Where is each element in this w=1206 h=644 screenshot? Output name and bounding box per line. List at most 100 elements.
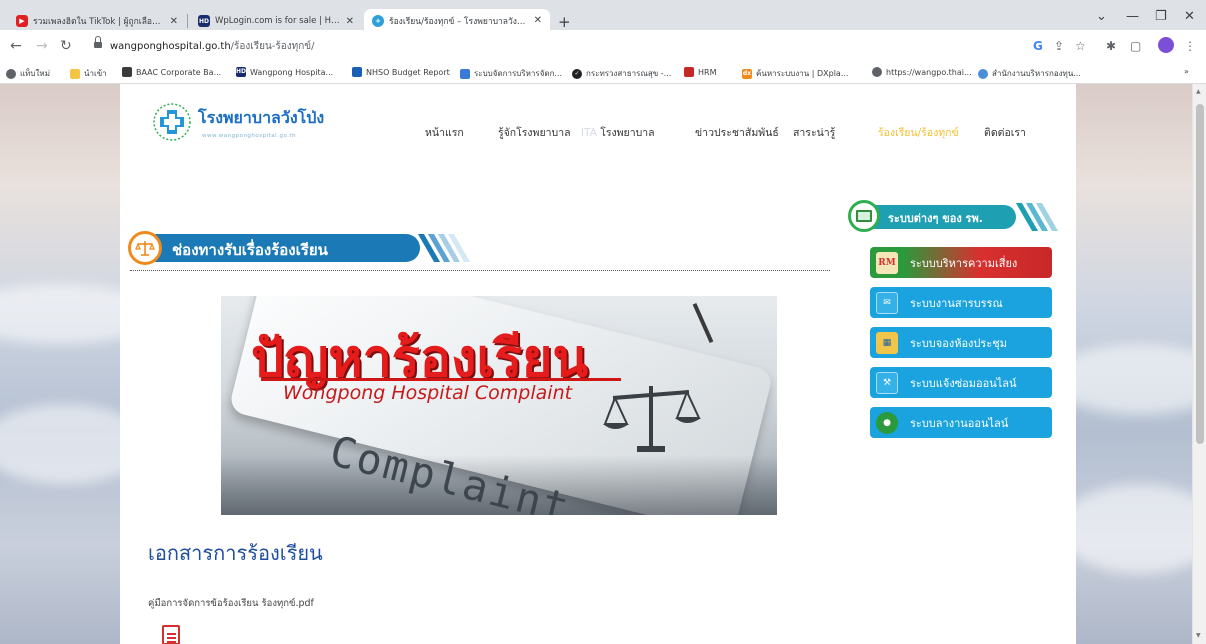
tab-wplogin[interactable]: HD WpLogin.com is for sale | HugeD... ✕ — [190, 10, 362, 32]
bookmarks-bar: แท็บใหม่ นำเข้า BAAC Corporate Ba... HD W… — [0, 62, 1206, 84]
url-text[interactable]: wangponghospital.go.th/ร้องเรียน-ร้องทุก… — [110, 39, 315, 54]
nhso-icon — [352, 67, 362, 77]
scroll-down-arrow-icon[interactable]: ▼ — [1196, 632, 1201, 639]
tab-label: ร้องเรียน/ร้องทุกข์ – โรงพยาบาลวังโป่ง — [389, 16, 529, 27]
banner-underline — [261, 378, 621, 381]
bookmark-new-tab[interactable]: แท็บใหม่ — [6, 67, 50, 80]
nav-ita-prefix: ITA — [581, 127, 597, 139]
lock-icon — [94, 36, 102, 48]
bookmark-hrm[interactable]: HRM — [684, 67, 716, 77]
bookmark-moph[interactable]: ✓ กระทรวงสาธารณสุข -... — [572, 67, 671, 80]
scroll-up-arrow-icon[interactable]: ▲ — [1196, 88, 1201, 95]
bookmark-star-icon[interactable]: ☆ — [1075, 39, 1086, 53]
bookmark-wangpo-thai[interactable]: https://wangpo.thai... — [872, 67, 972, 77]
close-tab-icon[interactable]: ✕ — [170, 16, 178, 27]
page-viewport: โรงพยาบาลวังโป่ง www.wangponghospital.go… — [0, 84, 1192, 644]
leave-request-button[interactable]: ● ระบบลางานออนไลน์ — [870, 407, 1052, 438]
complaint-channel-title: ช่องทางรับเรื่องร้องเรียน — [172, 241, 328, 259]
nav-complaints[interactable]: ร้องเรียน/ร้องทุกข์ — [878, 124, 959, 141]
hospital-icon: + — [372, 14, 384, 27]
minimize-icon[interactable]: — — [1126, 9, 1139, 24]
dx-icon: dx — [742, 68, 752, 79]
rm-badge-icon: RM — [876, 251, 898, 274]
tab-bar: ▶ รวมเพลงฮิตใน TikTok | ผู้ถูกเลือกให้ผิ… — [0, 0, 1206, 32]
tab-tiktok-playlist[interactable]: ▶ รวมเพลงฮิตใน TikTok | ผู้ถูกเลือกให้ผิ… — [8, 10, 186, 32]
bookmarks-overflow[interactable]: » — [1184, 67, 1189, 76]
close-tab-icon[interactable]: ✕ — [346, 16, 354, 27]
complaint-channel-heading: ช่องทางรับเรื่องร้องเรียน — [128, 228, 478, 266]
new-tab-button[interactable]: + — [558, 13, 571, 31]
nav-home[interactable]: หน้าแรก — [425, 124, 464, 141]
hrm-icon — [684, 67, 694, 77]
tab-search-icon[interactable]: ⌄ — [1096, 9, 1107, 24]
nav-ita-hospital[interactable]: ITA โรงพยาบาล — [581, 124, 655, 141]
restore-icon[interactable]: ❐ — [1155, 9, 1167, 24]
bookmark-fund-office[interactable]: สำนักงานบริหารกองทุน... — [978, 67, 1081, 80]
dotted-divider — [130, 270, 830, 271]
document-system-button[interactable]: ✉ ระบบงานสารบรรณ — [870, 287, 1052, 318]
decorative-stripes — [1015, 203, 1059, 231]
nav-ita-label: โรงพยาบาล — [600, 127, 655, 139]
documents-title: เอกสารการร้องเรียน — [148, 541, 323, 565]
hospital-logo — [153, 103, 191, 141]
close-tab-icon[interactable]: ✕ — [534, 15, 542, 26]
back-icon[interactable]: ← — [10, 38, 22, 54]
nav-knowledge[interactable]: สาระน่ารู้ — [793, 124, 835, 141]
profile-avatar[interactable] — [1158, 37, 1174, 53]
bookmark-wangpong[interactable]: HD Wangpong Hospita... — [236, 67, 333, 77]
document-file-link[interactable]: คู่มือการจัดการข้อร้องเรียน ร้องทุกข์.pd… — [148, 596, 314, 611]
tab-label: WpLogin.com is for sale | HugeD... — [215, 16, 341, 26]
nav-about-hospital[interactable]: รู้จักโรงพยาบาล — [498, 124, 571, 141]
menu-icon[interactable]: ⋮ — [1184, 39, 1196, 53]
nav-news[interactable]: ข่าวประชาสัมพันธ์ — [695, 124, 779, 141]
meeting-room-button[interactable]: ▦ ระบบจองห้องประชุม — [870, 327, 1052, 358]
nav-contact[interactable]: ติดต่อเรา — [984, 124, 1026, 141]
complaint-banner-image: Complaint ปัญหาร้องเรียน Wongpong Hospit… — [221, 296, 777, 515]
scales-icon — [128, 231, 162, 265]
bookmark-nhso[interactable]: NHSO Budget Report — [352, 67, 450, 77]
fund-icon — [978, 68, 988, 79]
monitor-icon — [848, 200, 880, 232]
google-icon[interactable]: G — [1033, 39, 1043, 53]
bookmark-baac[interactable]: BAAC Corporate Ba... — [122, 67, 221, 77]
globe-icon — [872, 67, 882, 77]
leave-icon: ● — [876, 411, 898, 434]
extensions-icon[interactable]: ✱ — [1106, 39, 1116, 53]
systems-heading: ระบบต่างๆ ของ รพ. — [848, 200, 1078, 236]
hd-icon: HD — [236, 67, 247, 77]
reload-icon[interactable]: ↻ — [60, 38, 72, 54]
document-icon: ✉ — [876, 291, 898, 314]
side-panel-icon[interactable]: ▢ — [1130, 39, 1141, 53]
banner-shadow — [221, 455, 777, 515]
baac-icon — [122, 67, 132, 77]
scales-of-justice-icon — [603, 386, 701, 452]
folder-icon — [70, 68, 80, 79]
youtube-icon: ▶ — [16, 15, 28, 27]
pdf-file-icon[interactable] — [162, 625, 180, 644]
hd-icon: HD — [198, 15, 210, 27]
tab-complaint-page[interactable]: + ร้องเรียน/ร้องทุกข์ – โรงพยาบาลวังโป่ง… — [364, 9, 550, 32]
browser-toolbar: ← → ↻ wangponghospital.go.th/ร้องเรียน-ร… — [0, 30, 1206, 62]
system-label: ระบบลางานออนไลน์ — [910, 416, 1009, 430]
system-label: ระบบบริหารความเสี่ยง — [910, 256, 1018, 270]
site-brand[interactable]: โรงพยาบาลวังโป่ง — [198, 106, 324, 131]
bookmark-dxplace[interactable]: dx ค้นหาระบบงาน | DXpla... — [742, 67, 848, 80]
meeting-room-icon: ▦ — [876, 331, 898, 354]
scrollbar-thumb[interactable] — [1196, 104, 1204, 444]
bookmark-system[interactable]: ระบบจัดการบริหารจัดก... — [460, 67, 562, 80]
address-bar[interactable]: wangponghospital.go.th/ร้องเรียน-ร้องทุก… — [88, 33, 1016, 59]
system-icon — [460, 68, 470, 79]
close-window-icon[interactable]: ✕ — [1184, 9, 1195, 24]
page-content: โรงพยาบาลวังโป่ง www.wangponghospital.go… — [120, 84, 1076, 644]
page-scrollbar[interactable]: ▲ ▼ — [1192, 84, 1206, 644]
decorative-stripes — [417, 234, 471, 262]
bookmark-import[interactable]: นำเข้า — [70, 67, 107, 80]
tab-separator — [187, 14, 188, 28]
site-brand-url: www.wangponghospital.go.th — [202, 133, 297, 139]
risk-management-button[interactable]: RM ระบบบริหารความเสี่ยง — [870, 247, 1052, 278]
system-label: ระบบจองห้องประชุม — [910, 336, 1007, 350]
repair-request-button[interactable]: ⚒ ระบบแจ้งซ่อมออนไลน์ — [870, 367, 1052, 398]
repair-icon: ⚒ — [876, 371, 898, 394]
forward-icon[interactable]: → — [36, 38, 48, 54]
share-icon[interactable]: ⇪ — [1054, 39, 1064, 53]
